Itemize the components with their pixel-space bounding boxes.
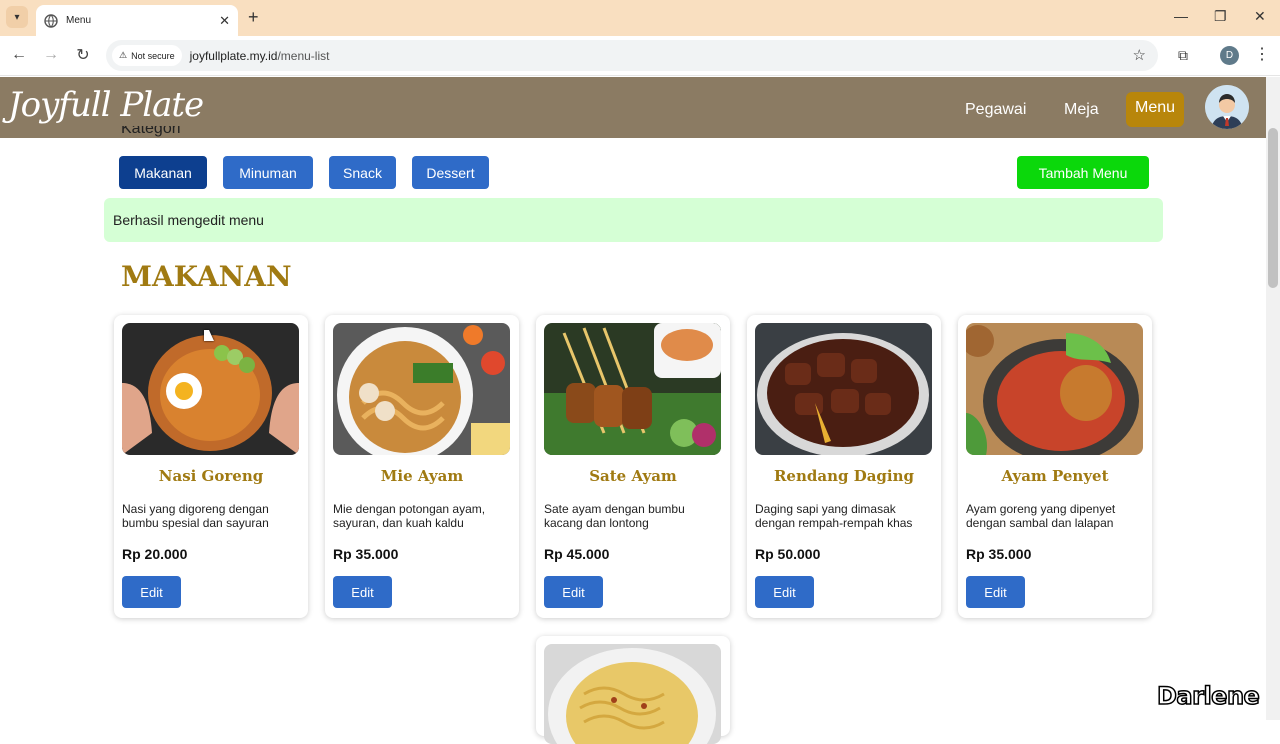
- add-menu-button[interactable]: Tambah Menu: [1017, 156, 1149, 189]
- edit-button[interactable]: Edit: [333, 576, 392, 608]
- success-alert-text: Berhasil mengedit menu: [113, 212, 264, 228]
- watermark: Darlene: [1156, 681, 1260, 711]
- menu-name: Sate Ayam: [589, 467, 677, 485]
- menu-name: Ayam Penyet: [1001, 467, 1109, 485]
- menu-price: Rp 35.000: [966, 546, 1032, 562]
- category-minuman-button[interactable]: Minuman: [223, 156, 313, 189]
- url-path: /menu-list: [277, 48, 330, 63]
- kategori-heading: Kategori: [121, 126, 181, 138]
- menu-description: Sate ayam dengan bumbu kacang dan lonton…: [544, 502, 685, 530]
- new-tab-icon[interactable]: +: [248, 7, 259, 27]
- window-close-icon[interactable]: ✕: [1254, 8, 1266, 25]
- tab-close-icon[interactable]: ✕: [219, 13, 230, 29]
- rendang-daging-image: [755, 323, 932, 455]
- site-logo[interactable]: Joyfull Plate: [8, 85, 204, 125]
- menu-card: Rendang Daging Daging sapi yang dimasak …: [747, 315, 941, 618]
- menu-card: Nasi Goreng Nasi yang digoreng dengan bu…: [114, 315, 308, 618]
- site-header: Joyfull Plate Pegawai Meja Menu: [0, 77, 1266, 138]
- restore-icon[interactable]: ❐: [1214, 8, 1227, 25]
- browser-toolbar: ← → ↻ ⚠ Not secure joyfullplate.my.id/me…: [0, 36, 1280, 76]
- browser-menu-icon[interactable]: ⋮: [1254, 44, 1270, 64]
- nav-meja[interactable]: Meja: [1064, 101, 1099, 119]
- menu-card: Sate Ayam Sate ayam dengan bumbu kacang …: [536, 315, 730, 618]
- url-domain: joyfullplate.my.id: [189, 48, 278, 63]
- edit-button[interactable]: Edit: [122, 576, 181, 608]
- edit-button[interactable]: Edit: [544, 576, 603, 608]
- menu-card: Mie Ayam Mie dengan potongan ayam, sayur…: [325, 315, 519, 618]
- globe-icon: [44, 13, 58, 28]
- edit-button[interactable]: Edit: [966, 576, 1025, 608]
- menu-description: Ayam goreng yang dipenyet dengan sambal …: [966, 502, 1116, 530]
- tab-search-icon[interactable]: ▾: [6, 6, 28, 28]
- nasi-goreng-image: [122, 323, 299, 455]
- reload-icon[interactable]: ↻: [72, 44, 94, 66]
- not-secure-badge[interactable]: ⚠ Not secure: [112, 45, 182, 66]
- bookmark-star-icon[interactable]: ☆: [1133, 46, 1146, 64]
- menu-price: Rp 45.000: [544, 546, 610, 562]
- extensions-icon[interactable]: ⧉: [1172, 44, 1194, 66]
- minimize-icon[interactable]: —: [1174, 8, 1188, 24]
- pasta-image: [544, 644, 721, 744]
- ayam-penyet-image: [966, 323, 1143, 455]
- menu-description: Daging sapi yang dimasak dengan rempah-r…: [755, 502, 913, 530]
- forward-icon[interactable]: →: [40, 44, 62, 66]
- nav-menu[interactable]: Menu: [1126, 92, 1185, 127]
- scrollbar-thumb[interactable]: [1268, 128, 1278, 288]
- tab-title: Menu: [66, 15, 92, 26]
- category-dessert-button[interactable]: Dessert: [412, 156, 489, 189]
- address-bar[interactable]: ⚠ Not secure joyfullplate.my.id/menu-lis…: [106, 40, 1158, 71]
- menu-price: Rp 20.000: [122, 546, 188, 562]
- url-text: joyfullplate.my.id/menu-list: [190, 49, 330, 63]
- menu-name: Nasi Goreng: [158, 467, 264, 485]
- browser-tab-bar: ▾ Menu ✕ + — ❐ ✕: [0, 0, 1280, 36]
- profile-avatar[interactable]: D: [1220, 46, 1239, 65]
- edit-button[interactable]: Edit: [755, 576, 814, 608]
- back-icon[interactable]: ←: [8, 44, 30, 66]
- menu-card-partial: [536, 636, 730, 744]
- section-title: MAKANAN: [121, 260, 292, 293]
- menu-name: Rendang Daging: [773, 467, 915, 485]
- not-secure-label: Not secure: [131, 50, 175, 61]
- category-makanan-button[interactable]: Makanan: [119, 156, 207, 189]
- menu-description: Mie dengan potongan ayam, sayuran, dan k…: [333, 502, 486, 530]
- menu-description: Nasi yang digoreng dengan bumbu spesial …: [122, 502, 269, 530]
- menu-price: Rp 50.000: [755, 546, 821, 562]
- mie-ayam-image: [333, 323, 510, 455]
- success-alert: Berhasil mengedit menu: [104, 198, 1163, 242]
- menu-card: Ayam Penyet Ayam goreng yang dipenyet de…: [958, 315, 1152, 618]
- user-avatar-icon: [1205, 85, 1249, 129]
- warning-icon: ⚠: [119, 50, 128, 60]
- menu-price: Rp 35.000: [333, 546, 399, 562]
- sate-ayam-image: [544, 323, 721, 455]
- browser-tab[interactable]: Menu ✕: [36, 5, 238, 36]
- mouse-cursor-icon: [204, 330, 214, 341]
- nav-pegawai[interactable]: Pegawai: [965, 101, 1026, 119]
- category-snack-button[interactable]: Snack: [329, 156, 396, 189]
- menu-name: Mie Ayam: [380, 467, 464, 485]
- kategori-heading-text: Kategori: [121, 126, 181, 137]
- user-avatar[interactable]: [1205, 85, 1249, 129]
